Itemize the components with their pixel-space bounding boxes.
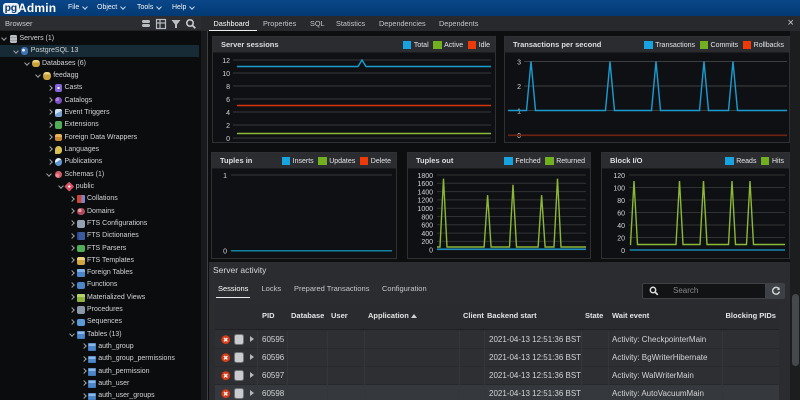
svg-text:0: 0 [429, 248, 433, 255]
svg-text:1400: 1400 [417, 189, 433, 196]
svg-text:1800: 1800 [417, 173, 433, 180]
svg-text:1200: 1200 [417, 198, 433, 205]
svg-text:0: 0 [517, 133, 521, 140]
svg-text:10: 10 [222, 71, 230, 78]
svg-text:20: 20 [617, 235, 625, 242]
svg-text:1600: 1600 [417, 181, 433, 188]
svg-text:80: 80 [617, 198, 625, 205]
svg-text:2: 2 [226, 123, 230, 130]
svg-text:3: 3 [517, 59, 521, 66]
svg-text:0: 0 [226, 136, 230, 143]
svg-text:8: 8 [226, 84, 230, 91]
svg-text:0: 0 [621, 248, 625, 255]
svg-text:40: 40 [617, 223, 625, 230]
svg-text:800: 800 [421, 214, 433, 221]
svg-text:4: 4 [226, 110, 230, 117]
svg-text:6: 6 [226, 97, 230, 104]
svg-text:120: 120 [613, 173, 625, 180]
svg-text:100: 100 [613, 185, 625, 192]
svg-text:0: 0 [223, 249, 227, 256]
svg-text:2: 2 [517, 84, 521, 91]
svg-text:400: 400 [421, 231, 433, 238]
svg-text:600: 600 [421, 223, 433, 230]
svg-text:1: 1 [517, 108, 521, 115]
svg-text:200: 200 [421, 239, 433, 246]
svg-text:12: 12 [222, 58, 230, 65]
svg-text:60: 60 [617, 210, 625, 217]
svg-text:1: 1 [223, 173, 227, 180]
svg-text:1000: 1000 [417, 206, 433, 213]
